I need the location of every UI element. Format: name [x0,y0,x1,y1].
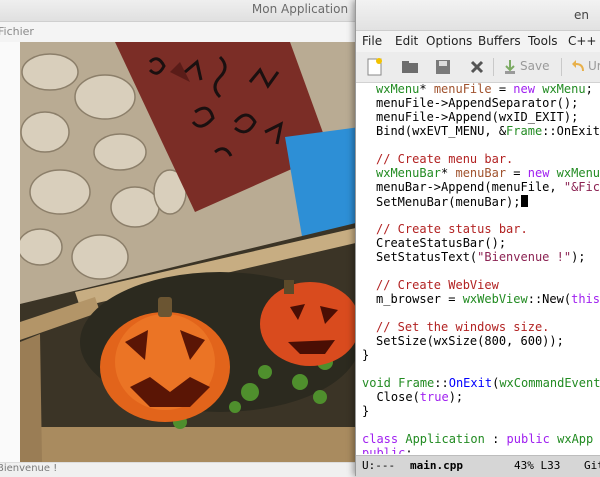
editor-toolbar: Save Ur [356,52,600,83]
code-line: SetSize(wxSize(800, 600)); [376,334,564,348]
menu-cpp[interactable]: C++ [568,34,597,48]
menu-file[interactable]: File [362,34,382,48]
code-line: } [362,348,370,362]
editor-titlebar[interactable]: en [356,0,600,31]
code-line: // Set the windows size. [376,320,550,334]
code-line: CreateStatusBar(); [376,236,507,250]
modeline-position: 43% L33 [514,459,561,472]
code-line: menuFile->AppendSeparator(); [376,96,579,110]
code-line: menuFile->Append(wxID_EXIT); [376,110,579,124]
code-line: void Frame::OnExit(wxCommandEvent& [362,376,600,390]
menu-tools[interactable]: Tools [528,34,558,48]
modeline-vc[interactable]: Git [584,459,600,472]
editor-menubar: File Edit Options Buffers Tools C++ [356,31,600,52]
code-line: // Create menu bar. [376,152,514,166]
save-icon[interactable] [502,57,518,77]
code-line: class Application : public wxApp { [362,432,594,446]
close-x-icon[interactable] [468,57,486,77]
code-line: // Create status bar. [376,222,528,236]
photo-pumpkins [20,42,360,462]
menu-buffers[interactable]: Buffers [478,34,521,48]
toolbar-separator [561,58,562,76]
menu-fichier[interactable]: Fichier [0,25,34,38]
code-line: m_browser = wxWebView::New(this, [376,292,600,306]
editor-title: en [574,8,589,22]
code-line: } [362,404,370,418]
open-folder-icon[interactable] [400,57,420,77]
undo-button[interactable]: Ur [588,59,600,73]
text-cursor [520,195,528,207]
save-disk-icon[interactable] [434,57,452,77]
code-line: SetMenuBar(menuBar); [376,195,528,209]
editor-window: en File Edit Options Buffers Tools C++ S… [355,0,600,477]
modeline-buffer-name[interactable]: main.cpp [410,459,463,472]
code-line: wxMenuBar* menuBar = new wxMenuBar [376,166,600,180]
code-line: // Create WebView [376,278,499,292]
undo-icon[interactable] [570,57,588,77]
new-file-icon[interactable] [366,57,384,77]
menu-edit[interactable]: Edit [395,34,418,48]
modeline-flags: U:--- [362,459,396,472]
code-line: menuBar->Append(menuFile, "&Fichi [376,180,600,194]
code-line: Close(true); [362,390,464,404]
toolbar-separator [493,58,494,76]
code-line: Bind(wxEVT_MENU, &Frame::OnExit, [376,124,600,138]
editor-modeline: U:--- main.cpp 43% L33 Git [356,455,600,477]
save-button[interactable]: Save [520,59,549,73]
status-text: Bienvenue ! [0,463,58,474]
code-line: SetStatusText("Bienvenue !"); [376,250,586,264]
code-buffer[interactable]: wxMenu* menuFile = new wxMenu; menuFile-… [356,83,600,454]
menu-options[interactable]: Options [426,34,472,48]
code-line: public: [362,446,413,454]
code-line: wxMenu* menuFile = new wxMenu; [376,83,593,96]
